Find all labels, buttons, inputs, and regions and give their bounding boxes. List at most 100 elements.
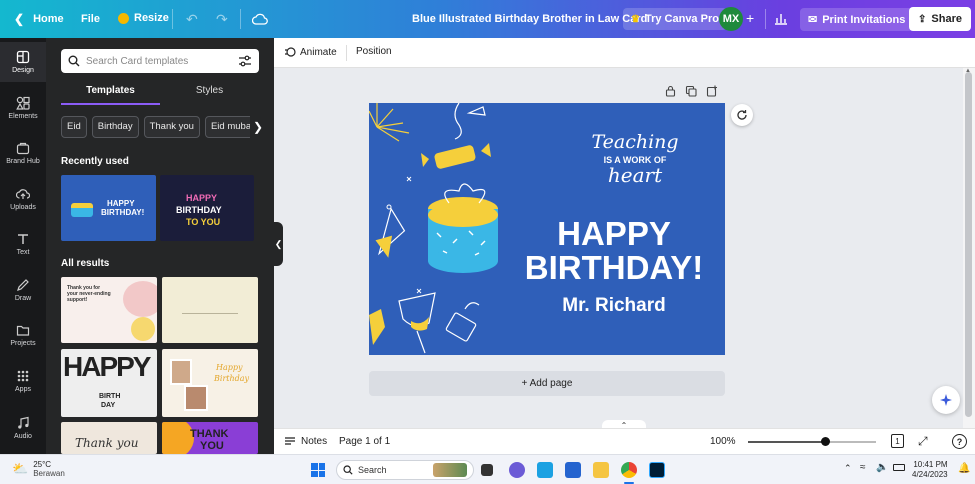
template-result-2[interactable]	[162, 277, 258, 343]
champagne-glass-graphic	[375, 207, 406, 258]
rail-label: Design	[12, 67, 34, 74]
undo-icon[interactable]: ↶	[186, 11, 198, 28]
cloud-upload-icon	[16, 189, 30, 199]
taskbar-search[interactable]: Search	[336, 460, 474, 480]
task-view-icon[interactable]	[481, 464, 493, 476]
file-menu[interactable]: File	[81, 13, 100, 25]
search-icon	[343, 465, 353, 475]
template-result-5[interactable]: Thank you	[61, 422, 157, 454]
todo-app-icon[interactable]	[565, 462, 581, 478]
home-button[interactable]: ❮ Home	[14, 12, 64, 26]
scrollbar-thumb[interactable]	[965, 72, 972, 417]
help-button[interactable]: ?	[952, 434, 967, 449]
recent-template-2[interactable]: HAPPY BIRTHDAY TO YOU	[160, 175, 254, 241]
animate-button[interactable]: Animate	[284, 46, 337, 58]
battery-icon[interactable]	[893, 464, 905, 471]
design-icon	[16, 50, 30, 64]
candy-graphic	[421, 143, 491, 169]
clock-date: 4/24/2023	[912, 470, 948, 479]
notification-icon[interactable]: 🔔	[958, 463, 970, 474]
chip-birthday[interactable]: Birthday	[91, 116, 139, 138]
lock-icon[interactable]	[665, 85, 676, 97]
rail-brand-hub[interactable]: Brand Hub	[0, 133, 46, 173]
avatar[interactable]: MX	[719, 7, 743, 31]
crown-icon	[118, 12, 129, 24]
rail-uploads[interactable]: Uploads	[0, 179, 46, 219]
chrome-icon[interactable]	[621, 462, 637, 478]
volume-icon[interactable]: 🔈	[876, 462, 888, 473]
fullscreen-icon[interactable]: ⤢	[918, 434, 928, 449]
template-result-1[interactable]: Thank you for your never-ending support!	[61, 277, 157, 343]
rail-audio[interactable]: Audio	[0, 408, 46, 448]
position-button[interactable]: Position	[356, 46, 392, 57]
analytics-icon[interactable]	[774, 12, 788, 25]
rail-label: Audio	[14, 433, 32, 440]
sparkle-decoration	[386, 176, 422, 294]
try-canva-pro-button[interactable]: ♛ Try Canva Pro	[623, 8, 727, 30]
thumb-text: BIRTH	[99, 393, 121, 400]
template-result-3[interactable]: HAPPY BIRTH DAY	[61, 349, 157, 417]
clock[interactable]: 10:41 PM 4/24/2023	[912, 460, 948, 480]
template-result-6[interactable]: THANK YOU	[162, 422, 258, 454]
chip-eid[interactable]: Eid	[61, 116, 87, 138]
design-card[interactable]: Teaching IS A WORK OF heart HAPPY BIRTHD…	[369, 103, 725, 355]
tab-templates[interactable]: Templates	[61, 83, 160, 105]
document-title[interactable]: Blue Illustrated Birthday Brother in Law…	[412, 13, 647, 25]
scroll-up-icon[interactable]: ▲	[965, 68, 971, 74]
plus-icon[interactable]: +	[746, 10, 754, 26]
duplicate-icon[interactable]	[685, 85, 697, 97]
template-result-4[interactable]: Happy Birthday	[162, 349, 258, 417]
card-script-line-1[interactable]: Teaching	[575, 131, 695, 153]
print-label: Print Invitations	[822, 13, 906, 26]
file-explorer-icon[interactable]	[593, 462, 609, 478]
pen-app-icon[interactable]	[537, 462, 553, 478]
page-indicator[interactable]: Page 1 of 1	[339, 436, 390, 447]
taskbar-search-label: Search	[358, 465, 387, 475]
template-search[interactable]	[61, 49, 259, 73]
rail-text[interactable]: Text	[0, 224, 46, 264]
bottom-bar: Notes Page 1 of 1 100% 1 ⤢ ?	[274, 428, 975, 454]
envelope-icon: ✉	[808, 14, 818, 26]
card-title-birthday[interactable]: BIRTHDAY!	[519, 249, 709, 287]
collapse-panel-handle[interactable]: ❮	[274, 222, 283, 266]
recent-template-1[interactable]: HAPPY BIRTHDAY!	[61, 175, 156, 241]
zoom-level[interactable]: 100%	[710, 436, 736, 447]
search-input[interactable]	[86, 55, 226, 67]
resize-button[interactable]: Resize	[118, 12, 169, 24]
rail-draw[interactable]: Draw	[0, 270, 46, 310]
print-invitations-button[interactable]: ✉ Print Invitations	[800, 8, 914, 31]
thumb-text: THANK	[190, 428, 229, 440]
tab-styles[interactable]: Styles	[160, 83, 259, 105]
share-button[interactable]: ⇪ Share	[909, 7, 971, 31]
thumb-text: TO YOU	[186, 217, 221, 227]
notes-button[interactable]: Notes	[284, 436, 327, 447]
rail-elements[interactable]: Elements	[0, 88, 46, 128]
zoom-slider[interactable]	[748, 437, 876, 446]
regenerate-button[interactable]	[731, 104, 753, 126]
refresh-icon	[737, 110, 747, 120]
filter-icon[interactable]	[238, 55, 252, 67]
card-recipient-name[interactable]: Mr. Richard	[519, 295, 709, 317]
magic-assistant-button[interactable]	[932, 386, 960, 414]
rail-label: Draw	[14, 295, 32, 302]
wifi-icon[interactable]: ≈	[860, 462, 866, 473]
rail-design[interactable]: Design	[0, 42, 46, 82]
rail-projects[interactable]: Projects	[0, 315, 46, 355]
windows-start-icon[interactable]	[311, 463, 325, 477]
page-count-button[interactable]: 1	[891, 434, 904, 448]
photoshop-icon[interactable]	[649, 462, 665, 478]
chevron-up-icon[interactable]: ⌃	[844, 463, 852, 474]
chevron-right-icon[interactable]: ❯	[250, 116, 266, 138]
chip-thank-you[interactable]: Thank you	[143, 116, 200, 138]
card-title-happy[interactable]: HAPPY	[519, 215, 709, 253]
add-page-icon[interactable]	[706, 85, 718, 97]
thumb-text: BIRTHDAY!	[101, 208, 145, 217]
redo-icon[interactable]: ↷	[216, 11, 228, 28]
card-script-line-3[interactable]: heart	[575, 163, 695, 187]
chat-app-icon[interactable]	[509, 462, 525, 478]
zoom-slider-handle[interactable]	[820, 437, 830, 446]
cloud-sync-icon[interactable]	[252, 12, 268, 26]
weather-widget[interactable]: ⛅ 25°C Berawan	[12, 460, 65, 478]
rail-apps[interactable]: Apps	[0, 361, 46, 401]
add-page-button[interactable]: + Add page	[369, 371, 725, 396]
